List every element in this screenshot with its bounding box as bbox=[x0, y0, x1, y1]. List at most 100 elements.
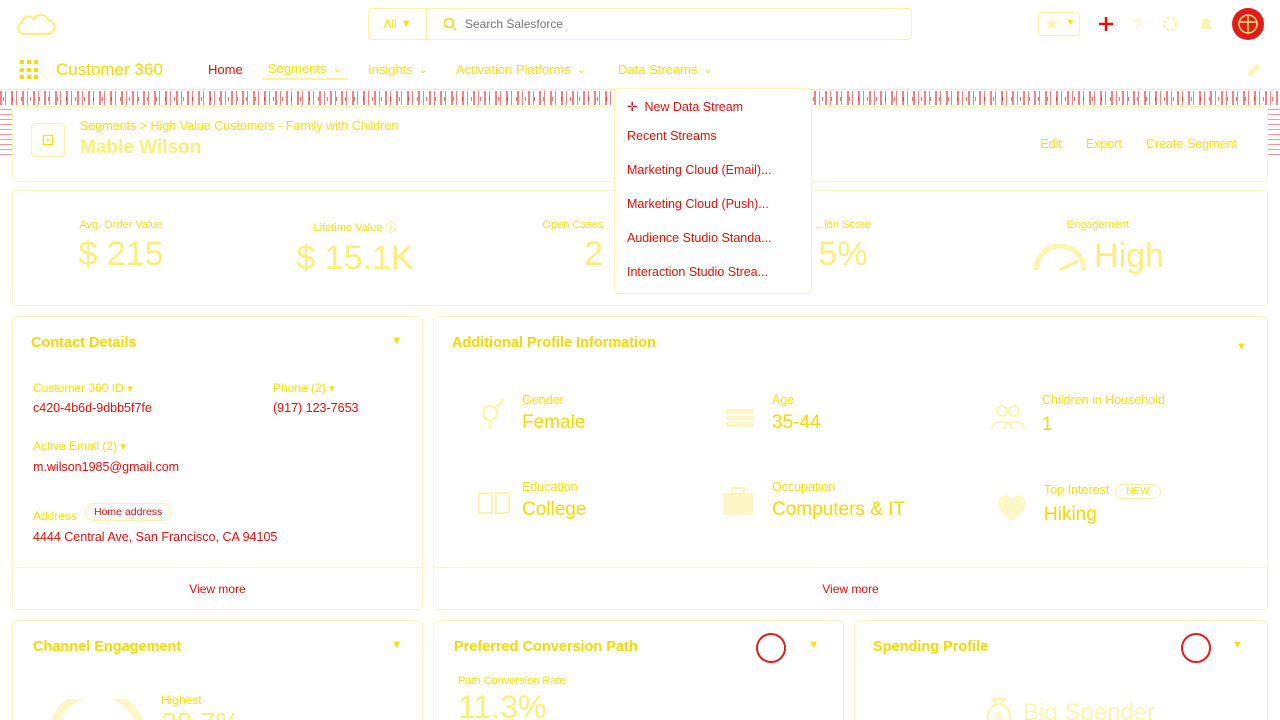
metric-label: Engagement bbox=[1066, 219, 1130, 231]
einstein-insight-icon[interactable] bbox=[1181, 633, 1211, 663]
menu-item[interactable]: Marketing Cloud (Email)... bbox=[627, 163, 772, 177]
chevron-down-icon[interactable]: ▾ bbox=[120, 441, 126, 453]
nav-item-home[interactable]: Home bbox=[208, 58, 243, 80]
metric-engagement: Engagement High bbox=[1013, 219, 1183, 276]
rate-label: Path Conversion Rate bbox=[458, 675, 566, 687]
people-icon bbox=[991, 405, 1025, 430]
export-button[interactable]: Export bbox=[1086, 137, 1122, 151]
channel-donut-chart bbox=[50, 699, 144, 720]
card-title: Additional Profile Information bbox=[452, 335, 656, 351]
highest-label: Highest bbox=[161, 693, 202, 707]
metric-value: $ 15.1K bbox=[296, 239, 414, 277]
customer-id-value: c420-4b6d-9dbb5f7fe bbox=[33, 401, 152, 415]
einstein-insight-icon[interactable] bbox=[756, 633, 786, 663]
email-label: Active Email (2) ▾ bbox=[33, 439, 126, 453]
view-more-link[interactable]: View more bbox=[13, 567, 422, 609]
spending-profile-card: Spending Profile ▼ $ Big Spender bbox=[854, 620, 1268, 720]
search-scope-select[interactable]: All ▼ bbox=[369, 9, 427, 39]
breadcrumb[interactable]: Segments > High Value Customers - Family… bbox=[80, 119, 398, 133]
card-menu-chevron-icon[interactable]: ▼ bbox=[808, 639, 819, 651]
chevron-down-icon[interactable]: ⌄ bbox=[703, 63, 712, 76]
new-data-stream-item[interactable]: ✛ New Data Stream bbox=[627, 99, 743, 114]
address-label: Address bbox=[33, 509, 78, 523]
nav-item-label: Data Streams bbox=[618, 61, 698, 77]
phone-label: Phone (2) ▾ bbox=[273, 381, 335, 395]
address-type-badge: Home address bbox=[85, 503, 172, 521]
card-menu-chevron-icon[interactable]: ▼ bbox=[391, 639, 402, 651]
view-more-link[interactable]: View more bbox=[434, 567, 1267, 609]
new-badge: NEW bbox=[1115, 484, 1161, 499]
metric-label: Lifetime Value ⓘ bbox=[313, 222, 397, 234]
heart-icon bbox=[998, 495, 1026, 521]
gender-value: Female bbox=[522, 412, 586, 433]
channel-engagement-card: Channel Engagement ▼ Highest 28.7% bbox=[12, 620, 423, 720]
chevron-down-icon[interactable]: ⌄ bbox=[577, 63, 586, 76]
gear-icon[interactable] bbox=[1160, 14, 1180, 34]
chevron-down-icon: ▼ bbox=[1066, 17, 1075, 27]
metric-value: $ 215 bbox=[78, 235, 164, 273]
menu-item[interactable]: Audience Studio Standa... bbox=[627, 231, 772, 245]
nav-item-label: Insights bbox=[368, 61, 413, 77]
salesforce-cloud-logo[interactable] bbox=[14, 10, 58, 38]
metric-label: Open Cases bbox=[542, 219, 604, 231]
highest-value: 28.7% bbox=[161, 707, 240, 720]
education-label: Education bbox=[522, 480, 578, 494]
search-input[interactable] bbox=[441, 9, 901, 39]
nav-item-label: Home bbox=[208, 61, 243, 77]
card-title: Spending Profile bbox=[873, 639, 989, 655]
nav-item-insights[interactable]: Insights ⌄ bbox=[368, 58, 428, 80]
info-icon[interactable]: ⓘ bbox=[385, 222, 396, 234]
nav-item-data-streams[interactable]: Data Streams ⌄ bbox=[618, 58, 713, 80]
card-menu-chevron-icon[interactable]: ▼ bbox=[1232, 639, 1243, 651]
customer-id-label: Customer 360 ID ▾ bbox=[33, 381, 133, 395]
card-menu-chevron-icon[interactable]: ▼ bbox=[1236, 341, 1247, 353]
add-icon[interactable] bbox=[1096, 14, 1116, 34]
phone-value[interactable]: (917) 123-7653 bbox=[273, 401, 358, 415]
user-avatar[interactable] bbox=[1232, 8, 1264, 40]
svg-text:$: $ bbox=[995, 709, 1003, 720]
engagement-gauge-icon bbox=[1033, 243, 1087, 271]
nav-item-label: Activation Platforms bbox=[456, 61, 571, 77]
card-title: Preferred Conversion Path bbox=[454, 639, 638, 655]
chevron-down-icon[interactable]: ▾ bbox=[329, 383, 335, 395]
metric-label: Avg. Order Value bbox=[79, 219, 163, 231]
record-actions: Edit Export Create Segment bbox=[1040, 137, 1237, 151]
book-icon bbox=[478, 492, 510, 514]
metric-open-cases: Open Cases 2 bbox=[533, 219, 613, 274]
menu-item[interactable]: Marketing Cloud (Push)... bbox=[627, 197, 769, 211]
chevron-down-icon[interactable]: ▾ bbox=[127, 383, 133, 395]
age-label: Age bbox=[772, 393, 795, 407]
interest-value: Hiking bbox=[1044, 504, 1097, 525]
card-title: Channel Engagement bbox=[33, 639, 182, 655]
nav-item-segments[interactable]: Segments ⌄ bbox=[262, 58, 348, 80]
notification-bell-icon[interactable] bbox=[1196, 14, 1216, 34]
metric-label: ...ion Score bbox=[815, 219, 871, 231]
star-icon bbox=[1046, 18, 1058, 30]
card-menu-chevron-icon[interactable]: ▼ bbox=[391, 335, 402, 347]
children-label: Children in Household bbox=[1042, 393, 1165, 407]
metric-value: 2 bbox=[584, 235, 603, 273]
address-value: 4444 Central Ave, San Francisco, CA 9410… bbox=[33, 530, 278, 544]
edit-button[interactable]: Edit bbox=[1040, 137, 1062, 151]
money-bag-icon: $ bbox=[986, 697, 1012, 720]
metric-avg-order-value: Avg. Order Value $ 215 bbox=[71, 219, 171, 274]
chevron-down-icon[interactable]: ⌄ bbox=[419, 63, 428, 76]
metric-score: ...ion Score 5% bbox=[813, 219, 873, 274]
data-streams-menu: ✛ New Data Stream Recent Streams Marketi… bbox=[614, 88, 812, 294]
email-value[interactable]: m.wilson1985@gmail.com bbox=[33, 460, 179, 474]
chevron-down-icon[interactable]: ⌄ bbox=[333, 62, 342, 75]
app-navigation: Customer 360 Home Segments ⌄ Insights ⌄ … bbox=[0, 48, 1280, 90]
help-icon[interactable]: ? bbox=[1128, 14, 1148, 34]
metric-lifetime-value: Lifetime Value ⓘ $ 15.1K bbox=[285, 219, 425, 278]
menu-item[interactable]: Interaction Studio Strea... bbox=[627, 265, 768, 279]
app-name: Customer 360 bbox=[56, 60, 163, 79]
birthday-cake-icon bbox=[726, 409, 754, 427]
nav-item-activation-platforms[interactable]: Activation Platforms ⌄ bbox=[456, 58, 586, 80]
chevron-down-icon: ▼ bbox=[400, 18, 412, 30]
create-segment-button[interactable]: Create Segment bbox=[1146, 137, 1237, 151]
education-value: College bbox=[522, 499, 587, 520]
age-value: 35-44 bbox=[772, 412, 821, 433]
favorites-button[interactable]: ▼ bbox=[1038, 12, 1080, 36]
edit-nav-pencil-icon[interactable] bbox=[1246, 62, 1262, 78]
app-launcher-icon[interactable] bbox=[20, 60, 40, 80]
